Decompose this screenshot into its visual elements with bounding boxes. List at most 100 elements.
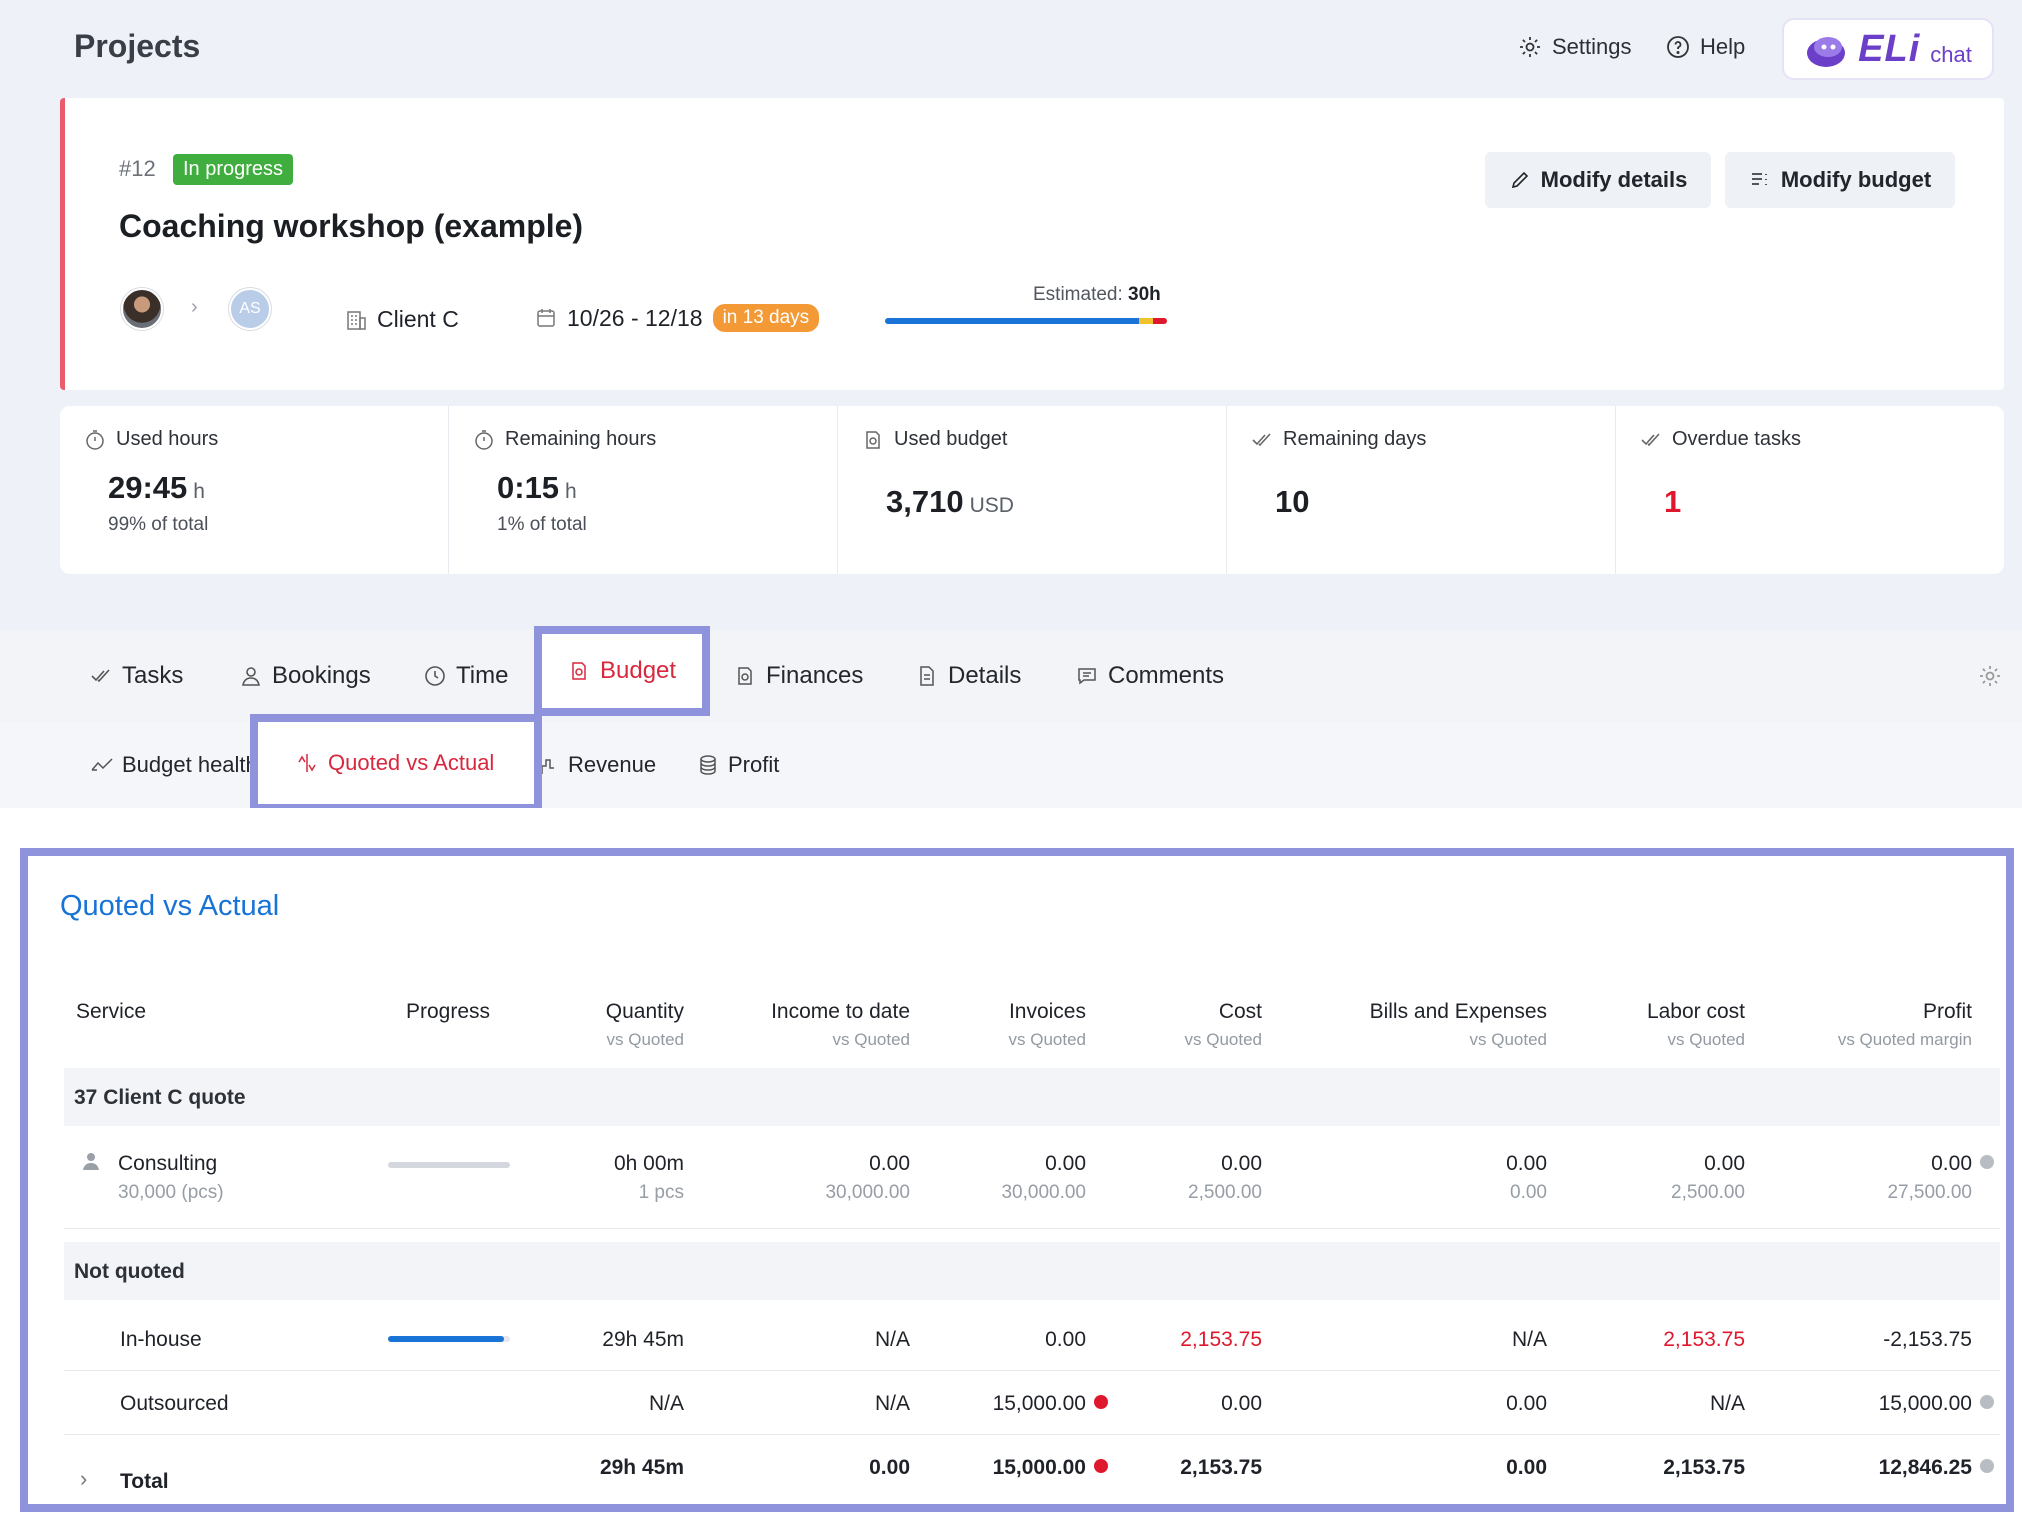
bills-cell: N/A <box>1511 1328 1547 1351</box>
date-range: 10/26 - 12/18 <box>567 304 703 331</box>
income-cell: 0.00 <box>869 1456 910 1479</box>
project-name: Coaching workshop (example) <box>119 208 584 244</box>
assignee-avatar[interactable]: AS <box>229 288 271 330</box>
invoices-cell: 15,000.00 <box>993 1456 1108 1480</box>
profit-value: 0.00 <box>1931 1152 1972 1175</box>
double-check-icon <box>1252 432 1271 446</box>
group-title: 37 Client C quote <box>74 1086 246 1109</box>
cost-cell: 2,153.75 <box>1180 1456 1262 1479</box>
invoices-cell: 15,000.00 <box>993 1392 1108 1416</box>
stat-label-text: Remaining hours <box>505 428 657 450</box>
quantity-cell: 29h 45m <box>599 1456 684 1479</box>
stat-label-text: Remaining days <box>1283 428 1427 450</box>
stat-value: 1 <box>1664 484 1682 519</box>
profit-cell: 12,846.25 <box>1879 1456 1994 1480</box>
pencil-icon <box>1511 171 1528 189</box>
stat-label: Used hours <box>84 428 218 451</box>
col-labor: Labor cost vs Quoted <box>1647 1000 1745 1050</box>
col-label: Income to date <box>771 1000 910 1023</box>
subtab-label: Profit <box>728 752 780 777</box>
quantity-cell: 29h 45m <box>602 1328 684 1351</box>
quoted-vs-actual-panel: Quoted vs Actual Service Progress Quanti… <box>20 848 2014 1512</box>
stat-number: 3,710 <box>886 484 964 519</box>
stat-label-text: Used hours <box>116 428 219 450</box>
col-invoices: Invoices vs Quoted <box>1009 1000 1087 1050</box>
help-link[interactable]: Help <box>1666 34 1745 60</box>
col-label: Labor cost <box>1646 1000 1745 1023</box>
estimate-over-segment <box>1152 318 1167 324</box>
estimate-label: Estimated: 30h <box>1033 284 1161 306</box>
subtab-profit[interactable]: Profit <box>696 722 779 808</box>
client-name: Client C <box>377 306 459 332</box>
cost-cell: 2,153.75 <box>1180 1328 1262 1351</box>
due-badge: in 13 days <box>712 304 820 332</box>
stat-number: 29:45 <box>108 470 188 505</box>
income-sub: 30,000.00 <box>825 1182 910 1203</box>
settings-link[interactable]: Settings <box>1518 34 1632 60</box>
tab-time[interactable]: Time <box>424 630 508 722</box>
progress-bar <box>388 1162 510 1168</box>
stat-used-hours: Used hours 29:45 h 99% of total <box>60 406 449 574</box>
tab-budget[interactable]: Budget <box>534 626 710 716</box>
stat-label-text: Used budget <box>894 428 1008 450</box>
income-cell: 0.00 <box>869 1152 910 1175</box>
col-label: Profit <box>1922 1000 1972 1023</box>
owner-avatar[interactable] <box>121 288 163 330</box>
tab-finances[interactable]: Finances <box>734 630 863 722</box>
subtab-revenue[interactable]: Revenue <box>540 722 656 808</box>
subtab-budget-health[interactable]: Budget health <box>90 722 258 808</box>
tab-details[interactable]: Details <box>916 630 1021 722</box>
progress-bar <box>388 1336 510 1342</box>
chevron-right-icon[interactable]: › <box>80 1466 87 1492</box>
eli-logo: ELi <box>1858 27 1921 70</box>
row-divider <box>64 1228 2000 1229</box>
budget-icon <box>572 662 586 680</box>
modify-budget-button[interactable]: Modify budget <box>1725 152 1955 208</box>
profit-value: 15,000.00 <box>1878 1392 1972 1415</box>
tab-label: Tasks <box>122 662 184 689</box>
income-cell: N/A <box>874 1392 910 1415</box>
service-name: Total <box>120 1470 169 1493</box>
stat-sub: 1% of total <box>497 514 587 535</box>
stat-unit: h <box>193 480 205 503</box>
tab-label: Bookings <box>272 662 371 689</box>
group-header <box>64 1242 2000 1300</box>
person-icon <box>242 667 260 686</box>
client-link[interactable]: Client C <box>345 306 459 333</box>
col-sub: vs Quoted <box>606 1030 685 1049</box>
modify-details-label: Modify details <box>1540 167 1688 192</box>
col-label: Quantity <box>605 1000 684 1023</box>
stopwatch-icon <box>86 429 104 450</box>
subtab-quoted-vs-actual[interactable]: Quoted vs Actual <box>250 714 542 812</box>
tab-label: Details <box>948 662 1022 689</box>
profit-cell: 0.00 <box>1931 1152 1994 1176</box>
stat-sub: 99% of total <box>108 514 209 535</box>
status-dot <box>1094 1395 1108 1409</box>
quantity-cell: 0h 00m <box>613 1152 684 1175</box>
tabs-settings-gear-icon[interactable] <box>1978 664 2002 693</box>
stat-label: Overdue tasks <box>1640 428 1801 451</box>
tab-tasks[interactable]: Tasks <box>90 630 183 722</box>
chevron-right-icon: › <box>191 296 198 318</box>
labor-cell: 2,153.75 <box>1663 1456 1745 1479</box>
modify-details-button[interactable]: Modify details <box>1485 152 1711 208</box>
subtab-label: Budget health <box>122 752 258 777</box>
labor-sub: 2,500.00 <box>1671 1182 1745 1203</box>
col-label: Invoices <box>1008 1000 1086 1023</box>
person-icon <box>83 1153 99 1170</box>
budget-icon <box>866 430 880 449</box>
document-icon <box>920 666 934 686</box>
tab-comments[interactable]: Comments <box>1076 630 1224 722</box>
invoices-cell: 0.00 <box>1045 1152 1086 1175</box>
labor-cell: N/A <box>1709 1392 1745 1415</box>
list-icon <box>1751 173 1767 185</box>
compare-icon <box>298 754 316 772</box>
calendar-icon <box>537 309 555 327</box>
status-badge: In progress <box>173 154 294 185</box>
double-check-icon <box>1641 432 1660 446</box>
stopwatch-icon <box>475 429 493 450</box>
tab-bookings[interactable]: Bookings <box>240 630 371 722</box>
estimate-used-segment <box>885 318 1139 324</box>
eli-chat-button[interactable]: ELi chat <box>1782 18 1994 80</box>
estimate-label-text: Estimated: <box>1033 284 1123 305</box>
